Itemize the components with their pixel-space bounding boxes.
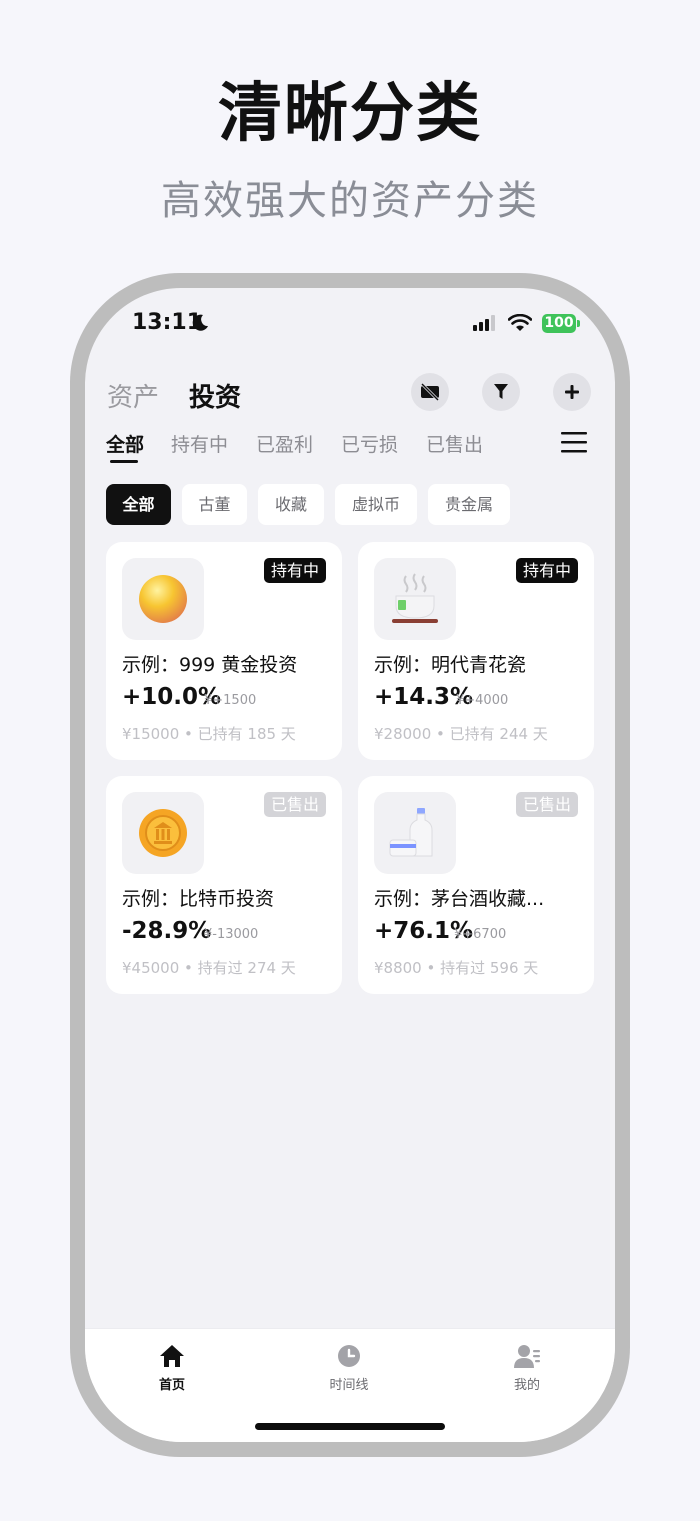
- tab-assets[interactable]: 资产: [107, 377, 159, 414]
- segment-loss[interactable]: 已亏损: [341, 430, 398, 457]
- segment-all[interactable]: 全部: [106, 430, 144, 457]
- asset-return-amount: ¥+6700: [454, 927, 507, 942]
- asset-thumbnail: [374, 558, 456, 640]
- tab-timeline-label: 时间线: [329, 1378, 369, 1393]
- chip-precious-metal[interactable]: 贵金属: [428, 484, 510, 525]
- chip-all[interactable]: 全部: [106, 484, 171, 525]
- phone-screen: 13:11 100 资产 投资 全部 持有中 已盈利 已亏损 已售出 全部 古董…: [85, 288, 615, 1442]
- menu-icon[interactable]: [561, 431, 587, 453]
- asset-card[interactable]: 持有中 示例：明代青花瓷 +14.3% ¥+4000 ¥28000 • 已持有 …: [358, 542, 594, 760]
- asset-name: 示例：比特币投资: [122, 888, 275, 910]
- hero-subtitle: 高效强大的资产分类: [161, 178, 539, 224]
- tab-home-label: 首页: [158, 1378, 185, 1393]
- asset-meta: ¥15000 • 已持有 185 天: [122, 725, 296, 743]
- segment-holding[interactable]: 持有中: [171, 430, 228, 457]
- asset-thumbnail: [122, 558, 204, 640]
- tab-mine[interactable]: 我的: [487, 1342, 567, 1393]
- asset-return-amount: ¥+1500: [204, 693, 257, 708]
- liquor-bottle-icon: [389, 808, 433, 857]
- status-bar: 13:11 100: [85, 288, 615, 358]
- wifi-icon: [508, 314, 532, 331]
- tab-invest[interactable]: 投资: [189, 377, 241, 414]
- eye-off-icon: [420, 383, 440, 401]
- tab-timeline[interactable]: 时间线: [309, 1342, 389, 1393]
- status-badge: 已售出: [515, 792, 578, 817]
- status-badge: 已售出: [263, 792, 326, 817]
- asset-meta: ¥8800 • 持有过 596 天: [374, 959, 539, 977]
- asset-return-percent: -28.9%: [122, 918, 212, 944]
- segment-profit[interactable]: 已盈利: [256, 430, 313, 457]
- chip-antique[interactable]: 古董: [182, 484, 247, 525]
- header: 资产 投资: [105, 373, 595, 417]
- coin-icon: [139, 809, 187, 857]
- segment-sold[interactable]: 已售出: [426, 430, 483, 457]
- home-icon: [160, 1345, 184, 1367]
- filter-icon: [494, 384, 508, 399]
- phone-frame: 13:11 100 资产 投资 全部 持有中 已盈利 已亏损 已售出 全部 古董…: [70, 273, 630, 1457]
- asset-thumbnail: [122, 792, 204, 874]
- asset-name: 示例：999 黄金投资: [122, 654, 298, 676]
- asset-return-amount: ¥-13000: [204, 927, 259, 942]
- add-button[interactable]: [553, 373, 591, 411]
- plus-icon: [565, 385, 579, 399]
- asset-thumbnail: [374, 792, 456, 874]
- profile-icon: [514, 1345, 540, 1368]
- asset-meta: ¥45000 • 持有过 274 天: [122, 959, 296, 977]
- asset-meta: ¥28000 • 已持有 244 天: [374, 725, 548, 743]
- hide-amount-button[interactable]: [411, 373, 449, 411]
- filter-button[interactable]: [482, 373, 520, 411]
- clock-icon: [338, 1345, 360, 1367]
- segment-underline: [110, 460, 138, 463]
- battery-tip: [577, 320, 580, 327]
- cellular-signal-icon: [473, 315, 495, 331]
- asset-name: 示例：明代青花瓷: [374, 654, 527, 676]
- asset-name: 示例：茅台酒收藏...: [374, 888, 545, 910]
- gold-ball-icon: [139, 575, 187, 623]
- status-badge: 持有中: [263, 558, 326, 583]
- battery-indicator: 100: [542, 314, 576, 333]
- tab-bar: 首页 时间线 我的: [85, 1328, 615, 1442]
- hero-title: 清晰分类: [218, 77, 482, 151]
- asset-card[interactable]: 已售出 示例：茅台酒收藏... +76.1% ¥+6700 ¥8800 • 持有…: [358, 776, 594, 994]
- asset-card[interactable]: 持有中 示例：999 黄金投资 +10.0% ¥+1500 ¥15000 • 已…: [106, 542, 342, 760]
- moon-icon: [192, 314, 208, 331]
- chip-collection[interactable]: 收藏: [258, 484, 324, 525]
- tab-mine-label: 我的: [513, 1378, 540, 1393]
- tea-bowl-icon: [392, 573, 438, 623]
- status-badge: 持有中: [515, 558, 578, 583]
- asset-card[interactable]: 已售出 示例：比特币投资 -28.9% ¥-13000 ¥45000 • 持有过…: [106, 776, 342, 994]
- home-indicator: [255, 1423, 445, 1430]
- chip-crypto[interactable]: 虚拟币: [335, 484, 417, 525]
- asset-return-amount: ¥+4000: [456, 693, 509, 708]
- tab-home[interactable]: 首页: [132, 1342, 212, 1393]
